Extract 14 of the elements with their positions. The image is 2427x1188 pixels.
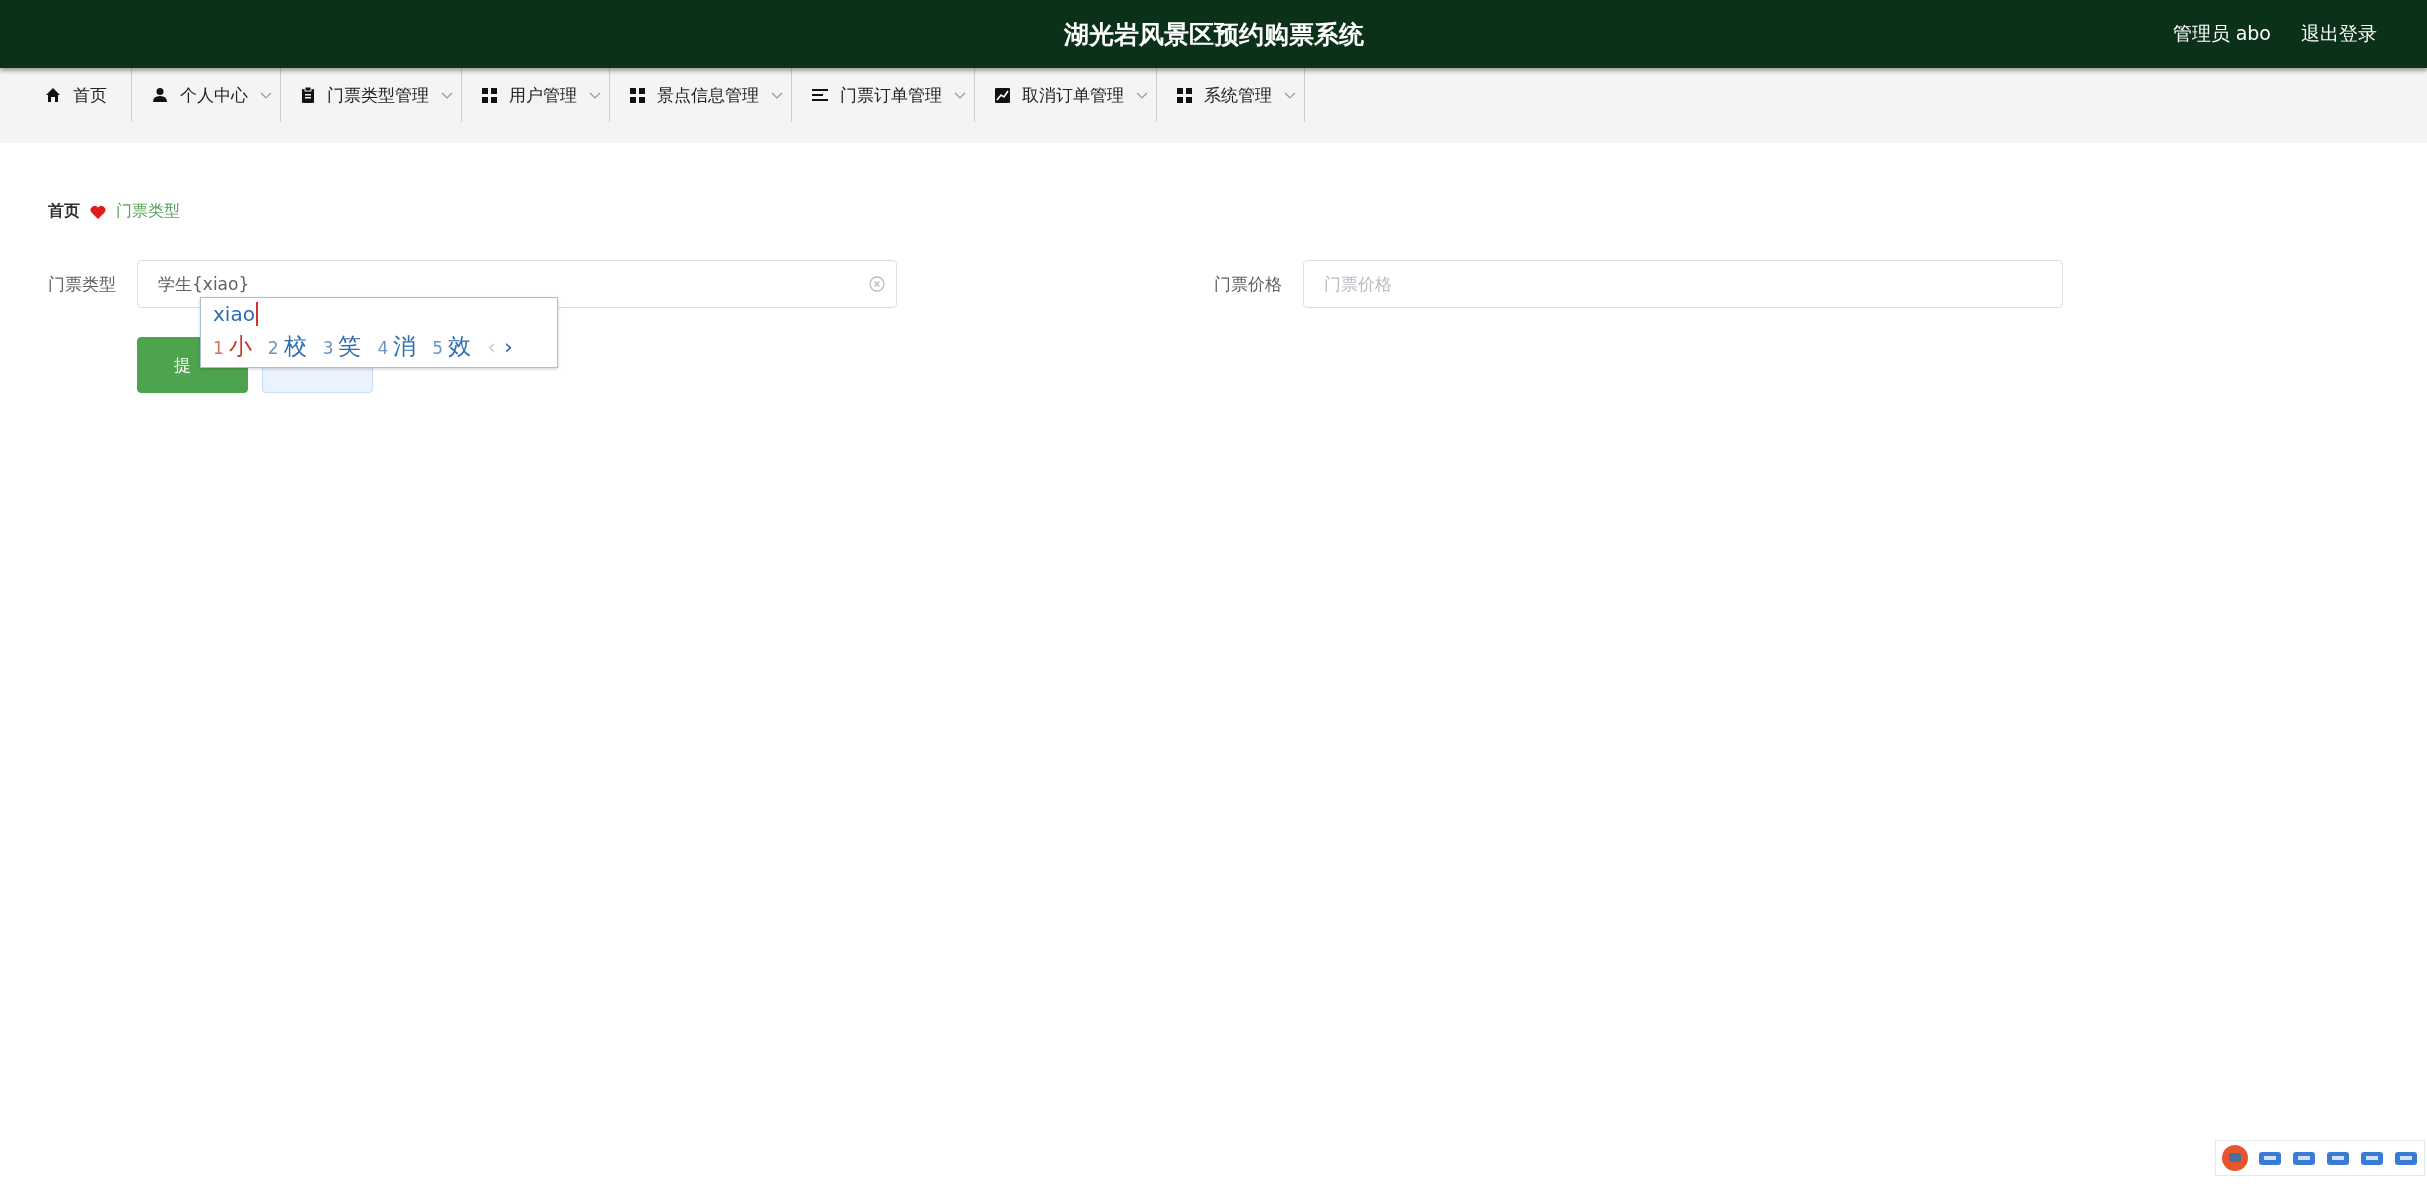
ime-composition: xiao — [213, 302, 258, 326]
nav-label: 取消订单管理 — [1022, 83, 1124, 107]
nav-label: 用户管理 — [509, 83, 577, 107]
nav-label: 景点信息管理 — [657, 83, 759, 107]
nav-label: 个人中心 — [180, 83, 248, 107]
nav-label: 门票类型管理 — [327, 83, 429, 107]
nav-label: 门票订单管理 — [840, 83, 942, 107]
app-title: 湖光岩风景区预约购票系统 — [1063, 18, 1364, 51]
nav-label: 首页 — [73, 83, 107, 107]
breadcrumb-current: 门票类型 — [116, 201, 180, 222]
user-name: 管理员 abo — [2172, 21, 2271, 46]
nav-label: 系统管理 — [1204, 83, 1272, 107]
field-label: 门票类型 — [48, 272, 117, 296]
field-label: 门票价格 — [1213, 272, 1283, 296]
